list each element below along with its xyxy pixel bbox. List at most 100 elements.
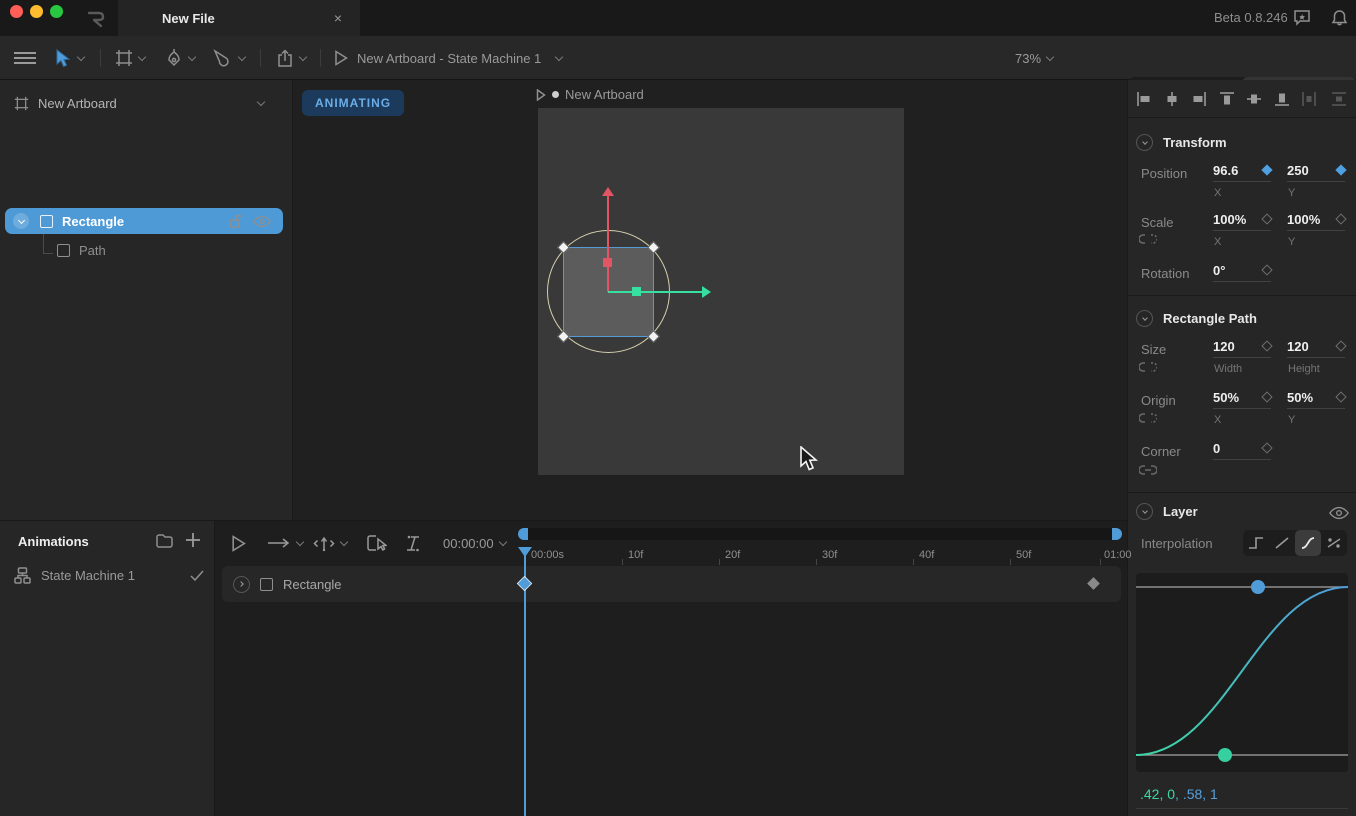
tab-close-icon[interactable]: × (334, 10, 342, 26)
scale-y-value[interactable]: 100% (1287, 212, 1320, 227)
artboard-play-icon[interactable] (536, 89, 546, 101)
bezier-in-handle[interactable] (1218, 748, 1232, 762)
close-traffic-light[interactable] (10, 5, 23, 18)
scale-y-field[interactable]: 100% (1287, 212, 1345, 231)
hierarchy-artboard-row[interactable]: New Artboard (14, 96, 278, 111)
zoom-chevron-icon[interactable] (1046, 52, 1054, 60)
playhead-line[interactable] (524, 551, 526, 816)
shape-tool-chevron-icon[interactable] (238, 52, 246, 60)
position-y-keyframe-icon[interactable] (1335, 164, 1346, 175)
origin-x-keyframe-icon[interactable] (1261, 391, 1272, 402)
track-expand-chevron-icon[interactable] (233, 576, 250, 593)
origin-unlink-icon[interactable] (1139, 412, 1157, 424)
autokey-button[interactable] (313, 521, 347, 565)
layer-collapse-icon[interactable] (1136, 503, 1153, 520)
corner-field[interactable]: 0 (1213, 441, 1271, 460)
rectangle-path-section-header[interactable]: Rectangle Path (1136, 310, 1257, 327)
width-keyframe-icon[interactable] (1261, 340, 1272, 351)
scrollbar-right-handle[interactable] (1112, 528, 1122, 540)
play-icon[interactable] (334, 50, 348, 66)
artboard-canvas-label[interactable]: New Artboard (536, 87, 644, 102)
transform-collapse-icon[interactable] (1136, 134, 1153, 151)
autokey-chevron-icon[interactable] (340, 537, 348, 545)
height-keyframe-icon[interactable] (1335, 340, 1346, 351)
add-animation-icon[interactable] (185, 532, 201, 548)
visibility-eye-icon[interactable] (253, 215, 271, 228)
scale-unlink-icon[interactable] (1139, 233, 1157, 245)
interpolation-cubic-button[interactable] (1295, 530, 1321, 556)
corner-value[interactable]: 0 (1213, 441, 1220, 456)
align-horizontal-center-icon[interactable] (1164, 91, 1180, 107)
rotation-keyframe-icon[interactable] (1261, 264, 1272, 275)
interpolation-custom-button[interactable] (1321, 530, 1347, 556)
layer-section-header[interactable]: Layer (1136, 503, 1198, 520)
align-top-icon[interactable] (1219, 91, 1235, 107)
interpolation-view-button[interactable] (405, 521, 421, 565)
zoom-control[interactable]: 73% (1015, 36, 1053, 80)
width-value[interactable]: 120 (1213, 339, 1235, 354)
play-artboard-menu[interactable]: New Artboard - State Machine 1 (334, 36, 562, 80)
align-left-icon[interactable] (1136, 91, 1152, 107)
notifications-bell-icon[interactable] (1331, 9, 1348, 27)
pen-tool-button[interactable] (165, 36, 195, 80)
export-button[interactable] (276, 36, 306, 80)
scale-x-keyframe-icon[interactable] (1261, 213, 1272, 224)
graph-editor-button[interactable] (367, 521, 387, 565)
corner-keyframe-icon[interactable] (1261, 442, 1272, 453)
align-right-icon[interactable] (1191, 91, 1207, 107)
rotation-field[interactable]: 0° (1213, 263, 1271, 282)
bezier-out-handle[interactable] (1251, 580, 1265, 594)
origin-y-field[interactable]: 50% (1287, 390, 1345, 409)
artboard-collapse-chevron-icon[interactable] (257, 98, 265, 106)
interpolation-hold-button[interactable] (1243, 530, 1269, 556)
select-tool-chevron-icon[interactable] (77, 52, 85, 60)
tab-new-file[interactable]: New File × (118, 0, 360, 36)
height-field[interactable]: 120 (1287, 339, 1345, 358)
time-chevron-icon[interactable] (498, 537, 506, 545)
artboard-tool-chevron-icon[interactable] (138, 52, 146, 60)
rotation-value[interactable]: 0° (1213, 263, 1225, 278)
scrollbar-left-handle[interactable] (518, 528, 528, 540)
playhead-handle[interactable] (518, 547, 532, 557)
artboard-canvas-title[interactable]: New Artboard (565, 87, 644, 102)
bezier-values[interactable]: .42, 0, .58, 1 (1140, 786, 1218, 802)
scale-y-keyframe-icon[interactable] (1335, 213, 1346, 224)
timeline-rectangle-track[interactable]: Rectangle (222, 566, 1121, 602)
y-axis-handle[interactable] (603, 258, 612, 267)
unlock-icon[interactable] (227, 213, 243, 229)
pen-tool-chevron-icon[interactable] (188, 52, 196, 60)
select-tool-button[interactable] (55, 36, 84, 80)
rectangle-path-collapse-icon[interactable] (1136, 310, 1153, 327)
canvas-stage[interactable]: ANIMATING New Artboard (293, 80, 1127, 520)
artboard-tool-button[interactable] (115, 36, 145, 80)
rectangle-expand-chevron-icon[interactable] (13, 213, 29, 229)
origin-y-keyframe-icon[interactable] (1335, 391, 1346, 402)
timeline-zoom-scrollbar[interactable] (518, 528, 1122, 540)
scale-x-value[interactable]: 100% (1213, 212, 1246, 227)
timeline-play-button[interactable] (231, 521, 246, 565)
minimize-traffic-light[interactable] (30, 5, 43, 18)
position-x-value[interactable]: 96.6 (1213, 163, 1238, 178)
current-time-control[interactable]: 00:00:00 (443, 521, 506, 565)
scale-x-field[interactable]: 100% (1213, 212, 1271, 231)
position-y-field[interactable]: 250 (1287, 163, 1345, 182)
size-unlink-icon[interactable] (1139, 361, 1157, 373)
distribute-horizontal-icon[interactable] (1301, 91, 1317, 107)
export-chevron-icon[interactable] (299, 52, 307, 60)
width-field[interactable]: 120 (1213, 339, 1271, 358)
main-menu-button[interactable] (14, 36, 36, 80)
loop-mode-button[interactable] (267, 521, 303, 565)
x-axis-handle[interactable] (632, 287, 641, 296)
folder-icon[interactable] (156, 534, 173, 548)
shape-tool-button[interactable] (213, 36, 245, 80)
corner-link-icon[interactable] (1139, 464, 1157, 476)
layer-visibility-eye-icon[interactable] (1329, 506, 1349, 520)
transform-section-header[interactable]: Transform (1136, 134, 1227, 151)
origin-y-value[interactable]: 50% (1287, 390, 1313, 405)
interpolation-linear-button[interactable] (1269, 530, 1295, 556)
origin-x-value[interactable]: 50% (1213, 390, 1239, 405)
state-machine-row[interactable]: State Machine 1 (14, 567, 204, 584)
origin-x-field[interactable]: 50% (1213, 390, 1271, 409)
maximize-traffic-light[interactable] (50, 5, 63, 18)
position-x-keyframe-icon[interactable] (1261, 164, 1272, 175)
